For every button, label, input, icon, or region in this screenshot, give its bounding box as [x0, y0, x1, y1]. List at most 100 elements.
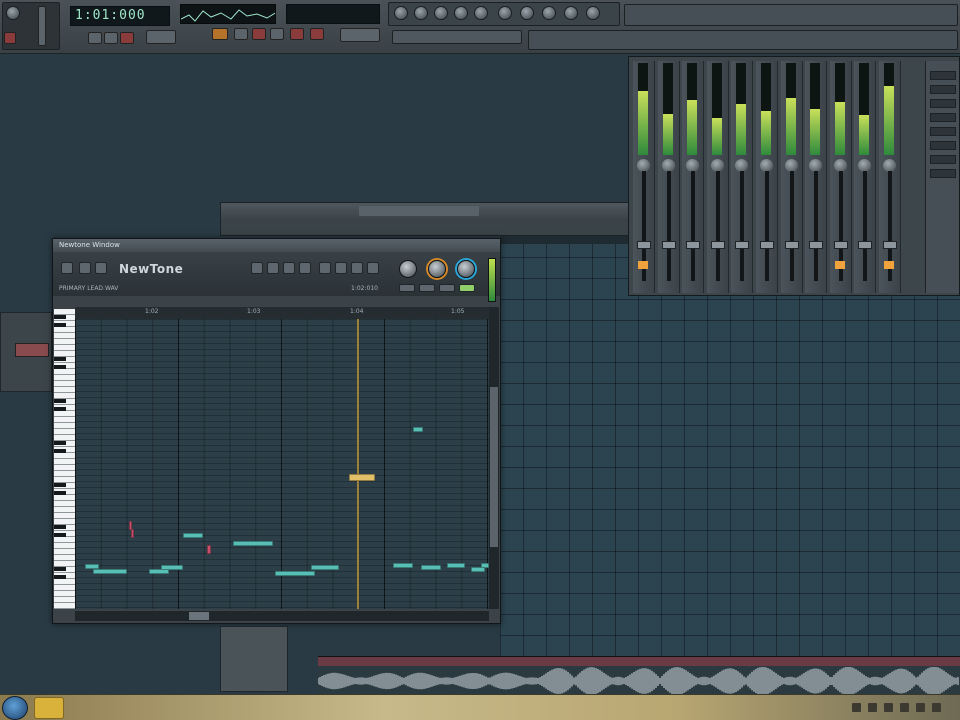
volume-fader[interactable] — [686, 241, 701, 249]
loop-icon[interactable] — [351, 262, 363, 274]
browser-path-bar[interactable] — [392, 30, 522, 44]
shortcut-online-icon[interactable] — [542, 6, 556, 20]
volume-fader[interactable] — [809, 241, 824, 249]
taskbar-item-fl-studio[interactable] — [34, 697, 64, 719]
toggle-button[interactable] — [399, 284, 415, 292]
shortcut-mixer-icon[interactable] — [474, 6, 488, 20]
volume-fader[interactable] — [883, 241, 897, 249]
fx-slot[interactable] — [930, 71, 956, 80]
pitch-note[interactable] — [413, 427, 423, 432]
vertical-scroll-thumb[interactable] — [490, 387, 498, 547]
snap-selector[interactable] — [212, 28, 228, 40]
tray-icon[interactable] — [852, 703, 861, 712]
pitch-note[interactable] — [311, 565, 339, 570]
play-button[interactable] — [88, 32, 102, 44]
volume-fader[interactable] — [735, 241, 750, 249]
tray-icon[interactable] — [916, 703, 925, 712]
delete-tool-icon[interactable] — [267, 262, 279, 274]
pitch-note[interactable] — [233, 541, 273, 546]
fx-slot[interactable] — [930, 155, 956, 164]
pitch-note[interactable] — [421, 565, 441, 570]
tool-button-1[interactable] — [234, 28, 248, 40]
pitch-note[interactable] — [183, 533, 203, 538]
shortcut-playlist-icon[interactable] — [394, 6, 408, 20]
horizontal-scrollbar[interactable] — [75, 611, 489, 621]
pitch-note[interactable] — [131, 529, 134, 538]
volume-fader[interactable] — [833, 241, 848, 249]
pattern-song-toggle[interactable] — [146, 30, 176, 44]
master-volume-knob[interactable] — [6, 6, 20, 20]
start-button[interactable] — [2, 696, 28, 720]
tool-button-5[interactable] — [310, 28, 324, 40]
toggle-button[interactable] — [439, 284, 455, 292]
tray-icon[interactable] — [868, 703, 877, 712]
time-display[interactable]: 1:01:000 — [70, 6, 170, 26]
pitch-note[interactable] — [161, 565, 183, 570]
export-icon[interactable] — [367, 262, 379, 274]
tray-icon[interactable] — [900, 703, 909, 712]
volume-fader[interactable] — [710, 241, 725, 249]
tray-icon[interactable] — [932, 703, 941, 712]
channel-button[interactable] — [15, 343, 49, 357]
shortcut-help-icon[interactable] — [564, 6, 578, 20]
pitch-note[interactable] — [447, 563, 465, 568]
fx-slot[interactable] — [930, 127, 956, 136]
menu-icon[interactable] — [61, 262, 73, 274]
volume-fader[interactable] — [637, 241, 651, 249]
fx-slot[interactable] — [930, 169, 956, 178]
playlist-grid[interactable] — [500, 236, 960, 656]
audio-clip-header[interactable] — [318, 657, 960, 666]
mute-tool-icon[interactable] — [283, 262, 295, 274]
fx-slot[interactable] — [930, 113, 956, 122]
shortcut-settings-icon[interactable] — [586, 6, 600, 20]
record-arm-led[interactable] — [884, 261, 894, 269]
master-pitch-slider[interactable] — [38, 6, 46, 46]
stop-indicator[interactable] — [4, 32, 16, 44]
record-arm-led[interactable] — [638, 261, 648, 269]
piano-keyboard[interactable] — [54, 309, 75, 609]
tray-icon[interactable] — [884, 703, 893, 712]
piano-roll-ruler[interactable]: 1:02 1:03 1:04 1:05 — [75, 307, 489, 319]
variation-knob[interactable] — [428, 260, 446, 278]
pitch-note[interactable] — [481, 563, 489, 568]
tool-button-2[interactable] — [252, 28, 266, 40]
record-button[interactable] — [120, 32, 134, 44]
volume-fader[interactable] — [858, 241, 873, 249]
pointer-tool-icon[interactable] — [79, 262, 91, 274]
shortcut-tempo-icon[interactable] — [520, 6, 534, 20]
audio-clip[interactable] — [318, 656, 960, 695]
pitch-note[interactable] — [393, 563, 413, 568]
playhead[interactable] — [357, 319, 359, 609]
pitch-note[interactable] — [207, 545, 211, 554]
shortcut-sequencer-icon[interactable] — [414, 6, 428, 20]
transition-knob[interactable] — [457, 260, 475, 278]
fx-slot[interactable] — [930, 85, 956, 94]
volume-fader[interactable] — [661, 241, 676, 249]
volume-fader[interactable] — [760, 241, 774, 249]
note-grid[interactable] — [75, 319, 489, 609]
slice-tool-icon[interactable] — [251, 262, 263, 274]
record-arm-led[interactable] — [834, 261, 845, 269]
shortcut-pianoroll-icon[interactable] — [434, 6, 448, 20]
vertical-scrollbar[interactable] — [489, 307, 499, 609]
pitch-note[interactable] — [349, 474, 375, 481]
tool-button-3[interactable] — [270, 28, 284, 40]
volume-fader[interactable] — [784, 241, 799, 249]
pitch-note[interactable] — [275, 571, 315, 576]
toggle-button[interactable] — [419, 284, 435, 292]
snap-icon[interactable] — [319, 262, 331, 274]
fx-slot[interactable] — [930, 141, 956, 150]
pencil-tool-icon[interactable] — [95, 262, 107, 274]
horizontal-scroll-thumb[interactable] — [189, 612, 209, 620]
shortcut-browser-icon[interactable] — [454, 6, 468, 20]
zoom-tool-icon[interactable] — [299, 262, 311, 274]
center-knob[interactable] — [399, 260, 417, 278]
fx-slot[interactable] — [930, 99, 956, 108]
pattern-selector[interactable] — [340, 28, 380, 42]
tool-button-4[interactable] — [290, 28, 304, 40]
play-preview-icon[interactable] — [335, 262, 347, 274]
pitch-note[interactable] — [93, 569, 127, 574]
newtone-titlebar[interactable]: Newtone Window — [53, 239, 500, 252]
toggle-button[interactable] — [459, 284, 475, 292]
shortcut-plugin-icon[interactable] — [498, 6, 512, 20]
